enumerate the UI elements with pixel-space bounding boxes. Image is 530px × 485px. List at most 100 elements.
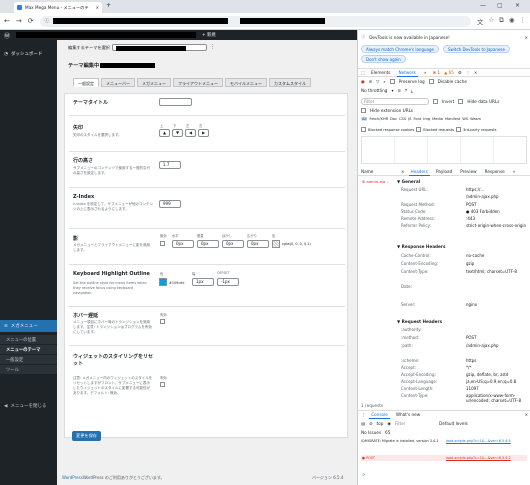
console-error-source-link[interactable]: load-scripts.php?c=1&...&ver=6.5.4:2	[446, 456, 526, 460]
translate-icon[interactable]: 文	[477, 16, 484, 26]
filter-input[interactable]: Filter	[361, 98, 429, 105]
sidebar-sub-themes[interactable]: メニューのテーマ	[0, 345, 57, 354]
inspect-icon[interactable]: ⬚	[361, 70, 365, 75]
reload-button[interactable]: ⟳	[28, 17, 34, 25]
type-manifest[interactable]: Manifest	[445, 117, 460, 121]
network-overview-timeline[interactable]	[361, 136, 527, 164]
tab-network[interactable]: Network	[396, 69, 418, 77]
type-wasm[interactable]: Wasm	[470, 117, 481, 121]
drawer-tab-whats-new[interactable]: What's new	[394, 411, 422, 418]
wifi-icon[interactable]: ≋	[398, 88, 402, 93]
tab-menu-bar[interactable]: メニューバー	[101, 78, 135, 87]
tab-mobile[interactable]: モバイルメニュー	[224, 78, 267, 87]
general-section-title[interactable]: ▼ General	[397, 179, 420, 184]
detail-tab-headers[interactable]: Headers	[408, 168, 430, 176]
detail-tab-response[interactable]: Response	[483, 168, 507, 175]
switch-language-button[interactable]: Switch DevTools to Japanese	[442, 45, 510, 53]
preserve-log-checkbox[interactable]	[389, 79, 395, 84]
close-window-button[interactable]: ×	[515, 2, 520, 9]
type-ws[interactable]: WS	[462, 117, 468, 121]
profile-icon[interactable]: ◉	[509, 16, 515, 26]
sidebar-item-dashboard[interactable]: ◔ ダッシュボード	[0, 48, 57, 60]
back-button[interactable]: ←	[4, 17, 10, 25]
tab-general[interactable]: 一般設定	[73, 78, 99, 87]
type-doc[interactable]: Doc	[390, 117, 397, 121]
request-headers-title[interactable]: ▼ Request Headers	[397, 319, 442, 324]
widget-enable-checkbox[interactable]	[160, 382, 165, 387]
shadow-color-swatch[interactable]	[272, 240, 280, 248]
minimize-button[interactable]: —	[480, 2, 486, 9]
devtools-close-icon[interactable]: ×	[474, 70, 478, 75]
save-changes-button[interactable]: 変更を保存	[72, 431, 101, 441]
context-select[interactable]: top	[376, 421, 383, 426]
forward-button[interactable]: →	[16, 17, 22, 25]
keyboard-offset-input[interactable]: -1px	[217, 278, 239, 286]
clear-icon[interactable]: ⊘	[369, 79, 373, 84]
upload-icon[interactable]: ⤒	[405, 88, 407, 93]
invert-checkbox[interactable]	[433, 99, 438, 104]
console-prompt[interactable]: >	[362, 472, 366, 477]
shadow-horizontal-input[interactable]: 0px	[172, 240, 194, 248]
type-media[interactable]: Media	[432, 117, 443, 121]
warning-badge[interactable]: ▲ 65	[444, 70, 454, 75]
tab-elements[interactable]: Elements	[369, 69, 393, 76]
theme-select[interactable]	[112, 44, 207, 51]
record-icon[interactable]: ●	[361, 79, 365, 84]
collapse-menu-button[interactable]: ◀ メニューを閉じる	[0, 400, 57, 412]
console-filter-input[interactable]: Filter	[395, 421, 435, 426]
type-fetch[interactable]: Fetch/XHR	[369, 117, 388, 121]
site-info-icon[interactable]: ⓘ	[45, 18, 50, 24]
match-language-button[interactable]: Always match Chrome's language	[361, 45, 439, 53]
hover-enable-checkbox[interactable]	[160, 319, 165, 324]
throttling-select[interactable]: No throttling	[361, 88, 387, 93]
tab-more[interactable]: »	[422, 69, 429, 76]
type-css[interactable]: CSS	[399, 117, 406, 121]
new-tab-button[interactable]: +	[106, 2, 111, 9]
keyboard-width-input[interactable]: 1px	[192, 278, 214, 286]
blocked-cookies-checkbox[interactable]	[361, 127, 366, 132]
arrow-left-select[interactable]: ◀	[185, 129, 196, 137]
extensions-icon[interactable]: ⧉	[499, 16, 504, 26]
third-party-checkbox[interactable]	[456, 127, 461, 132]
response-headers-title[interactable]: ▼ Response Headers	[397, 244, 445, 249]
banner-close-icon[interactable]: ×	[524, 35, 528, 40]
detail-tab-payload[interactable]: Payload	[434, 168, 454, 175]
shadow-blur-input[interactable]: 0px	[222, 240, 244, 248]
shadow-spread-input[interactable]: 0px	[247, 240, 269, 248]
eye-icon[interactable]: ◉	[387, 421, 391, 426]
type-js[interactable]: JS	[408, 117, 411, 121]
new-content-link[interactable]: + 新規	[202, 32, 216, 38]
type-img[interactable]: Img	[423, 117, 430, 121]
hide-ext-checkbox[interactable]	[361, 108, 366, 113]
sidebar-item-mega-menu[interactable]: ≡ メガメニュー	[0, 320, 57, 332]
line-height-input[interactable]: 1.7	[159, 161, 181, 169]
levels-select[interactable]: Default levels	[439, 421, 468, 426]
search-icon[interactable]: ⌕	[383, 79, 385, 84]
theme-title-input[interactable]	[159, 98, 192, 106]
menu-icon[interactable]: ⋮	[520, 16, 527, 26]
drawer-tab-console[interactable]: Console	[369, 411, 390, 419]
type-font[interactable]: Font	[413, 117, 421, 121]
star-icon[interactable]: ☆	[488, 16, 494, 26]
site-name-redacted[interactable]	[16, 32, 197, 38]
sidebar-sub-locations[interactable]: メニューの位置	[0, 335, 57, 344]
close-detail-icon[interactable]: ×	[401, 169, 405, 174]
drawer-menu-icon[interactable]: ⋮	[361, 412, 365, 417]
sidebar-sub-settings[interactable]: 一般設定	[0, 355, 57, 364]
tab-flyout[interactable]: フライアウトメニュー	[172, 78, 223, 87]
shadow-enable-checkbox[interactable]	[160, 241, 165, 246]
shadow-vertical-input[interactable]: 0px	[197, 240, 219, 248]
settings-gear-icon[interactable]: ⚙	[458, 70, 462, 75]
kebab-icon[interactable]: ⋮	[466, 70, 470, 75]
zindex-input[interactable]: 999	[159, 200, 181, 208]
dont-show-button[interactable]: Don't show again	[361, 55, 406, 63]
sidebar-toggle-icon[interactable]: ▤	[361, 421, 365, 426]
tab-custom-styles[interactable]: カスタムスタイル	[268, 78, 311, 87]
blocked-requests-checkbox[interactable]	[416, 127, 422, 132]
wordpress-link[interactable]: WordPress	[62, 475, 83, 480]
arrow-up-select[interactable]: ▲	[159, 129, 170, 137]
type-all[interactable]: All	[361, 117, 368, 121]
arrow-right-select[interactable]: ▶	[198, 129, 209, 137]
browser-tab[interactable]: Max Mega Menu - メニューのテ ×	[14, 2, 102, 13]
detail-tab-more[interactable]: »	[511, 168, 518, 175]
